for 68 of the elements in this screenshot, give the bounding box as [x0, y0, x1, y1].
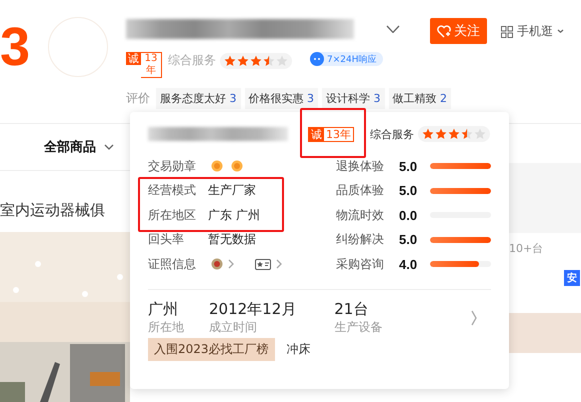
- integrity-badge: 诚 13年: [308, 126, 354, 142]
- star-icon: [237, 54, 249, 66]
- info-label: 所在地区: [148, 206, 197, 224]
- service-label: 综合服务: [370, 126, 414, 142]
- info-label: 经营模式: [148, 182, 197, 200]
- star-icon: [435, 128, 447, 140]
- caret-icon: [557, 29, 564, 34]
- star-icon: [250, 54, 262, 66]
- emblem-icon: [211, 258, 223, 270]
- response-badge: 7×24H响应: [310, 52, 382, 66]
- assurance-badge: 安: [564, 270, 580, 286]
- score-label: 退换体验: [336, 158, 385, 175]
- fact-value: 广州: [148, 300, 179, 318]
- score-value: 5.0: [399, 232, 418, 248]
- section-title: 室内运动器械俱: [0, 201, 106, 220]
- shop-logo: [48, 17, 108, 77]
- review-tag[interactable]: 做工精致 2: [388, 88, 451, 109]
- dropdown-icon: [386, 24, 400, 34]
- review-tag[interactable]: 设计科学 3: [322, 88, 384, 109]
- fact-label: 所在地: [148, 318, 184, 336]
- fact-value: 2012年12月: [209, 300, 296, 318]
- mobile-browse-button[interactable]: 手机逛: [501, 23, 564, 40]
- chevron-right-icon: [276, 259, 282, 270]
- caret-icon: [104, 144, 114, 150]
- star-icon: [224, 54, 236, 66]
- fact-value: 21台: [334, 300, 370, 318]
- heart-plus-icon: [437, 24, 451, 38]
- star-icon: [474, 128, 486, 140]
- chevron-right-icon: [228, 259, 234, 270]
- score-value: 5.0: [399, 158, 418, 174]
- score-label: 纠纷解决: [336, 231, 385, 248]
- review-tag[interactable]: 价格很实惠 3: [244, 88, 318, 109]
- info-value: 广东 广州: [208, 206, 260, 224]
- service-label: 综合服务: [168, 52, 216, 69]
- review-tag[interactable]: 服务态度太好 3: [156, 88, 240, 109]
- brand-digit: 3: [0, 20, 32, 79]
- chevron-right-icon: [471, 310, 477, 326]
- category-tag[interactable]: 冲床: [286, 340, 311, 358]
- star-icon: [448, 128, 460, 140]
- annotation-frame: [300, 108, 366, 158]
- score-label: 采购咨询: [336, 256, 385, 273]
- fact-label: 生产设备: [334, 318, 382, 336]
- score-value: 0.0: [399, 208, 418, 223]
- stock-text: 10+台: [509, 240, 544, 256]
- info-value: 生产厂家: [208, 182, 256, 200]
- all-products-menu[interactable]: 全部商品: [44, 138, 114, 156]
- reviews-label: 评价: [126, 90, 150, 107]
- info-label: 证照信息: [148, 256, 197, 273]
- score-value: 4.0: [399, 256, 418, 272]
- info-label: 回头率: [148, 231, 185, 248]
- info-label: 交易勋章: [148, 158, 197, 175]
- score-value: 5.0: [399, 183, 418, 198]
- id-card-icon: [255, 258, 271, 270]
- score-label: 品质体验: [336, 182, 385, 200]
- grid-icon: [501, 26, 513, 38]
- integrity-badge: 诚 13年: [126, 52, 162, 78]
- star-icon: [263, 54, 275, 66]
- score-label: 物流时效: [336, 206, 385, 224]
- star-icon: [276, 54, 288, 66]
- fact-label: 成立时间: [209, 318, 258, 336]
- info-value: 暂无数据: [208, 231, 256, 248]
- star-icon: [422, 128, 434, 140]
- medal-icon: [231, 160, 243, 172]
- star-icon: [461, 128, 473, 140]
- medal-icon: [211, 160, 223, 172]
- chat-icon: [310, 52, 324, 66]
- award-tag[interactable]: 入围2023必找工厂榜: [148, 338, 275, 360]
- panel-background: [509, 313, 581, 353]
